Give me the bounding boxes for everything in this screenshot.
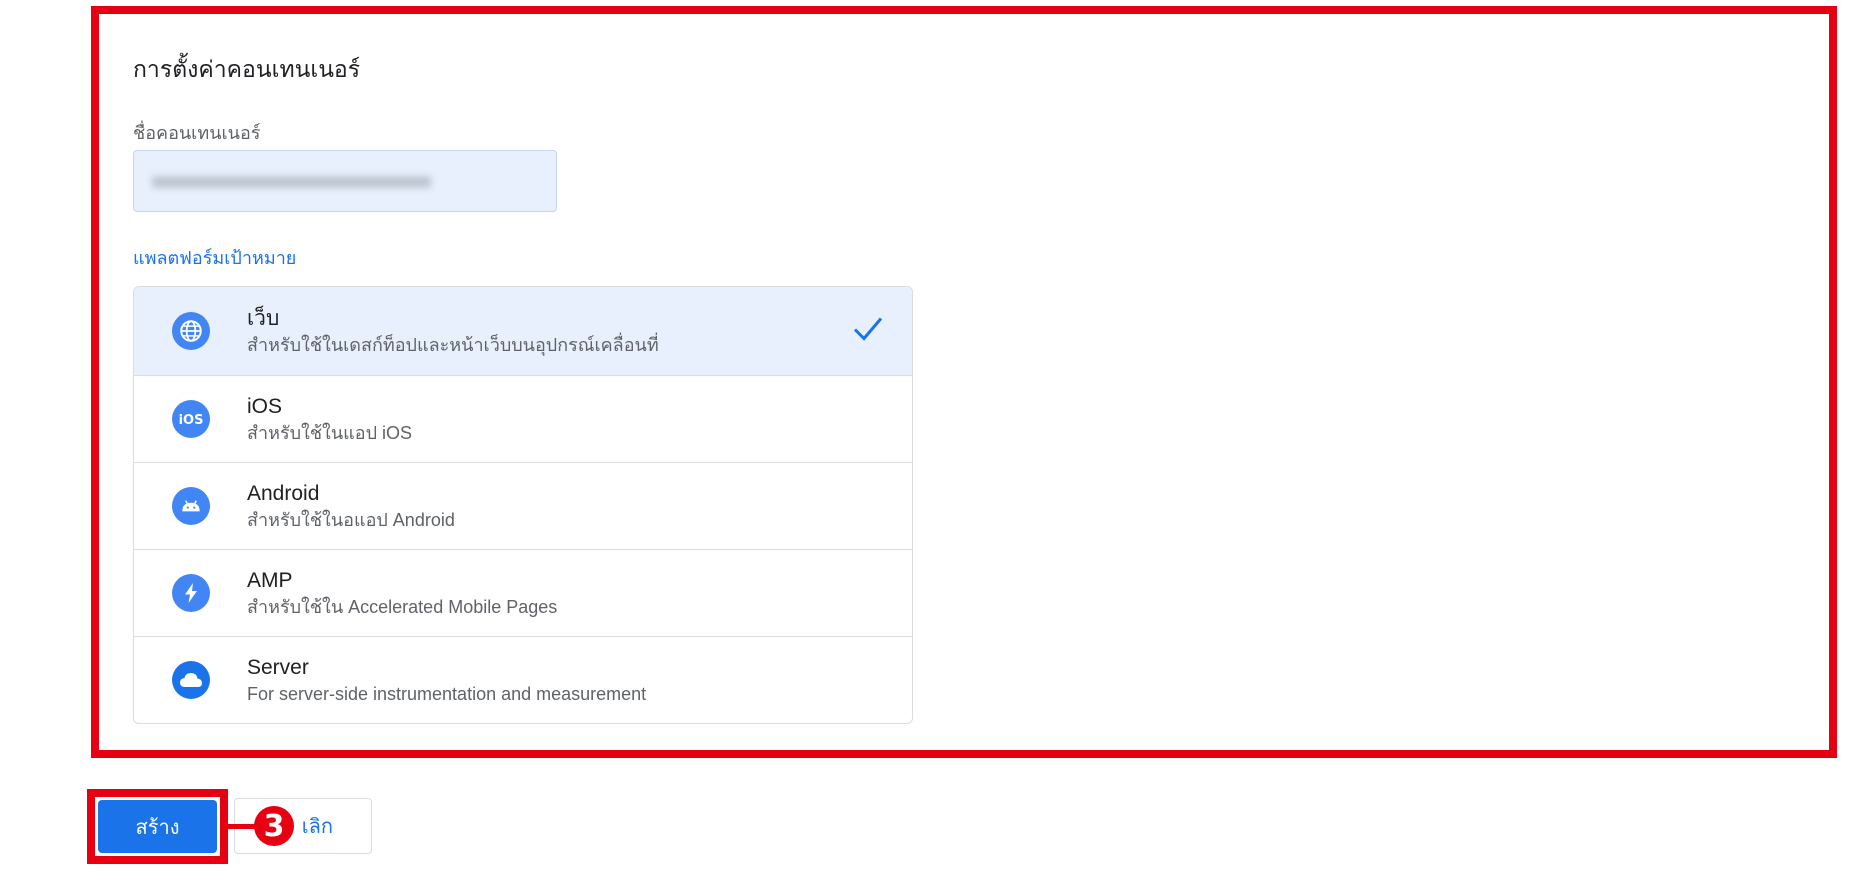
container-name-input[interactable]: xxxxxxxxxxxxxxxxxxxxxxxxxxxxxxx <box>133 150 557 212</box>
platform-title: Android <box>247 481 320 505</box>
section-title: การตั้งค่าคอนเทนเนอร์ <box>133 56 361 82</box>
platform-title: AMP <box>247 568 293 592</box>
cancel-button-label: เลิก <box>301 816 333 838</box>
container-name-label: ชื่อคอนเทนเนอร์ <box>133 123 261 143</box>
annotation-highlight-create <box>87 789 228 864</box>
ios-icon: iOS <box>172 400 210 438</box>
platform-option-ios[interactable]: iOS iOS สำหรับใช้ในแอป iOS <box>134 375 912 462</box>
container-name-value: xxxxxxxxxxxxxxxxxxxxxxxxxxxxxxx <box>152 170 431 191</box>
platform-option-web[interactable]: เว็บ สำหรับใช้ในเดสก์ท็อปและหน้าเว็บบนอุ… <box>134 287 912 375</box>
annotation-step-badge: 3 <box>254 806 294 846</box>
platform-description: For server-side instrumentation and meas… <box>247 683 647 704</box>
platform-description: สำหรับใช้ในอแอป Android <box>247 509 455 530</box>
platform-title: iOS <box>247 394 283 418</box>
platform-title: Server <box>247 655 309 679</box>
checkmark-icon <box>852 315 884 348</box>
target-platform-label: แพลตฟอร์มเป้าหมาย <box>133 248 297 268</box>
globe-icon <box>172 312 210 350</box>
amp-lightning-icon <box>172 574 210 612</box>
platform-option-android[interactable]: Android สำหรับใช้ในอแอป Android <box>134 462 912 549</box>
platform-option-amp[interactable]: AMP สำหรับใช้ใน Accelerated Mobile Pages <box>134 549 912 636</box>
cloud-icon <box>172 661 210 699</box>
page: การตั้งค่าคอนเทนเนอร์ ชื่อคอนเทนเนอร์ xx… <box>0 0 1855 884</box>
platform-list: เว็บ สำหรับใช้ในเดสก์ท็อปและหน้าเว็บบนอุ… <box>133 286 913 724</box>
platform-option-server[interactable]: Server For server-side instrumentation a… <box>134 636 912 723</box>
platform-description: สำหรับใช้ในเดสก์ท็อปและหน้าเว็บบนอุปกรณ์… <box>247 334 659 355</box>
platform-title: เว็บ <box>247 306 280 330</box>
platform-description: สำหรับใช้ใน Accelerated Mobile Pages <box>247 596 558 617</box>
android-icon <box>172 487 210 525</box>
platform-description: สำหรับใช้ในแอป iOS <box>247 422 412 443</box>
svg-text:iOS: iOS <box>179 413 204 428</box>
